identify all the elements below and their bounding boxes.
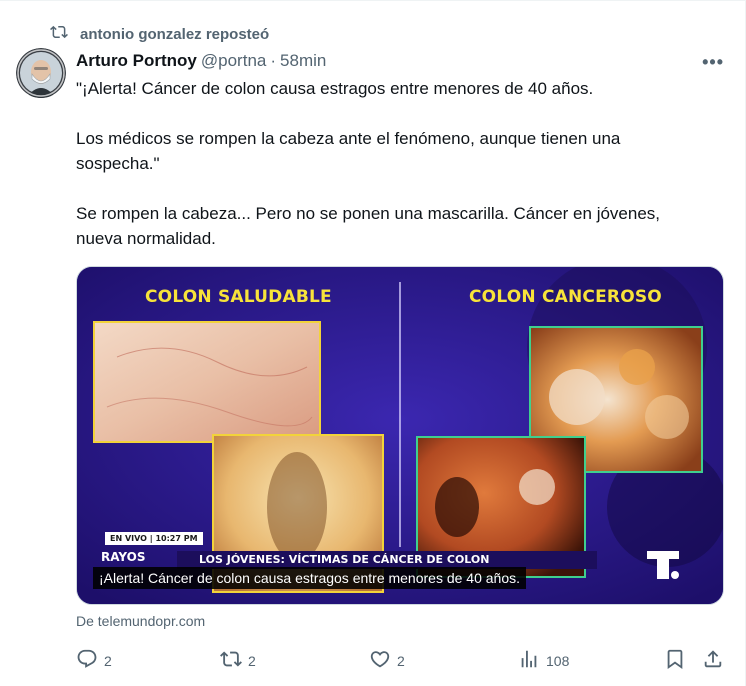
reply-icon bbox=[76, 648, 98, 673]
tweet-line: Se rompen la cabeza... Pero no se ponen … bbox=[76, 204, 661, 223]
tweet-line: sospecha." bbox=[76, 154, 160, 173]
repost-text: antonio gonzalez reposteó bbox=[80, 25, 270, 43]
action-bar: 2 2 2 108 bbox=[76, 648, 724, 672]
author-handle[interactable]: @portna bbox=[201, 51, 266, 71]
tweet-text: "¡Alerta! Cáncer de colon causa estragos… bbox=[76, 76, 716, 251]
live-badge: EN VIVO | 10:27 PM bbox=[105, 532, 203, 545]
reply-button[interactable]: 2 bbox=[76, 648, 112, 673]
repost-button[interactable]: 2 bbox=[220, 648, 256, 673]
bookmark-button[interactable] bbox=[664, 648, 686, 673]
tweet-line: nueva normalidad. bbox=[76, 229, 216, 248]
tweet-line: Los médicos se rompen la cabeza ante el … bbox=[76, 129, 621, 148]
reply-count: 2 bbox=[104, 652, 112, 669]
like-count: 2 bbox=[397, 652, 405, 669]
more-options-icon[interactable]: ••• bbox=[702, 52, 724, 73]
media-title-cancer: COLON CANCEROSO bbox=[469, 287, 662, 307]
repost-icon bbox=[50, 23, 68, 45]
video-player[interactable]: COLON SALUDABLE COLON CANCEROSO EN VIVO … bbox=[76, 266, 724, 605]
bookmark-icon bbox=[664, 648, 686, 673]
separator-dot: · bbox=[270, 51, 277, 70]
healthy-colon-image-1 bbox=[93, 321, 321, 443]
avatar[interactable] bbox=[16, 48, 66, 98]
repost-context[interactable]: antonio gonzalez reposteó bbox=[50, 23, 269, 45]
repost-icon bbox=[220, 648, 242, 673]
views-button[interactable]: 108 bbox=[518, 648, 569, 673]
like-button[interactable]: 2 bbox=[369, 648, 405, 673]
tweet-time[interactable]: 58min bbox=[280, 51, 326, 71]
tweet-line: "¡Alerta! Cáncer de colon causa estragos… bbox=[76, 79, 594, 98]
analytics-icon bbox=[518, 648, 540, 673]
telemundo-logo-icon bbox=[645, 547, 681, 583]
repost-count: 2 bbox=[248, 652, 256, 669]
share-icon bbox=[702, 648, 724, 673]
link-source[interactable]: De telemundopr.com bbox=[76, 613, 205, 629]
media-title-healthy: COLON SALUDABLE bbox=[145, 287, 332, 307]
share-button[interactable] bbox=[702, 648, 724, 673]
show-name: RAYOS bbox=[101, 550, 146, 564]
author-name[interactable]: Arturo Portnoy bbox=[76, 51, 197, 71]
tweet-header: Arturo Portnoy @portna · 58min bbox=[76, 51, 326, 71]
heart-icon bbox=[369, 648, 391, 673]
top-divider bbox=[0, 0, 746, 1]
views-count: 108 bbox=[546, 652, 570, 669]
video-caption: ¡Alerta! Cáncer de colon causa estragos … bbox=[93, 567, 527, 589]
